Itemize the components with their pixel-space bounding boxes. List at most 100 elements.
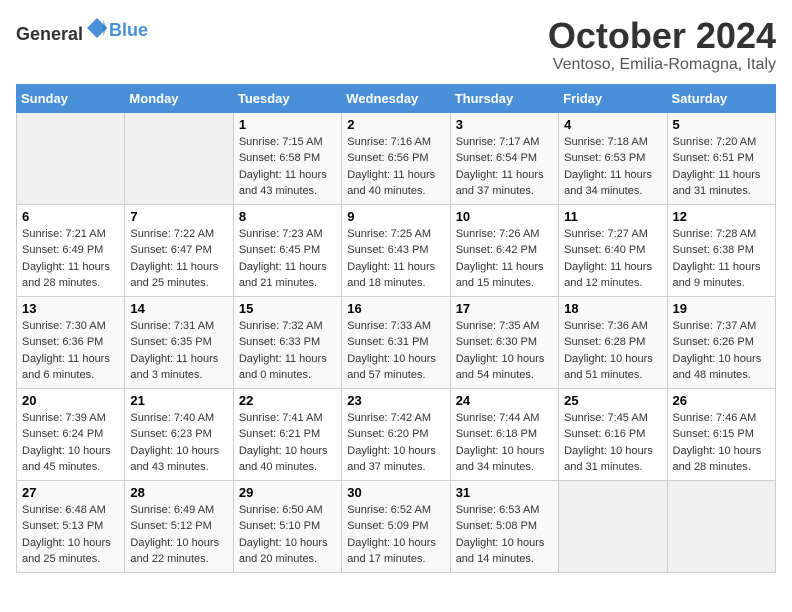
day-number: 22 [239,393,336,408]
calendar-cell: 28Sunrise: 6:49 AMSunset: 5:12 PMDayligh… [125,480,233,572]
day-number: 30 [347,485,444,500]
day-info: Sunrise: 7:16 AMSunset: 6:56 PMDaylight:… [347,134,444,200]
day-number: 29 [239,485,336,500]
calendar-header-row: SundayMondayTuesdayWednesdayThursdayFrid… [17,84,776,112]
calendar-cell: 24Sunrise: 7:44 AMSunset: 6:18 PMDayligh… [450,388,558,480]
day-number: 19 [673,301,770,316]
calendar-cell: 4Sunrise: 7:18 AMSunset: 6:53 PMDaylight… [559,112,667,204]
calendar-cell: 16 Sunrise: 7:33 AMSunset: 6:31 PMDayligh… [342,296,450,388]
day-number: 14 [130,301,227,316]
day-info: Sunrise: 7:17 AMSunset: 6:54 PMDaylight:… [456,134,553,200]
day-info: Sunrise: 7:30 AMSunset: 6:36 PMDaylight:… [22,318,119,384]
logo-general-text: General [16,24,83,44]
header-sunday: Sunday [17,84,125,112]
day-info: Sunrise: 7:33 AMSunset: 6:31 PMDaylight:… [347,318,444,384]
day-info: Sunrise: 7:46 AMSunset: 6:15 PMDaylight:… [673,410,770,476]
day-number: 15 [239,301,336,316]
day-info: Sunrise: 7:41 AMSunset: 6:21 PMDaylight:… [239,410,336,476]
day-number: 6 [22,209,119,224]
logo-icon [85,16,109,40]
calendar-cell: 11 Sunrise: 7:27 AMSunset: 6:40 PMDayligh… [559,204,667,296]
calendar-cell [559,480,667,572]
calendar-cell: 2 Sunrise: 7:16 AMSunset: 6:56 PMDaylight… [342,112,450,204]
day-info: Sunrise: 7:42 AMSunset: 6:20 PMDaylight:… [347,410,444,476]
day-info: Sunrise: 6:53 AMSunset: 5:08 PMDaylight:… [456,502,553,568]
day-number: 2 [347,117,444,132]
calendar-cell: 3Sunrise: 7:17 AMSunset: 6:54 PMDaylight… [450,112,558,204]
calendar-cell: 14 Sunrise: 7:31 AMSunset: 6:35 PMDayligh… [125,296,233,388]
day-info: Sunrise: 6:52 AMSunset: 5:09 PMDaylight:… [347,502,444,568]
day-info: Sunrise: 6:48 AMSunset: 5:13 PMDaylight:… [22,502,119,568]
page-header: General Blue October 2024 Ventoso, Emili… [16,16,776,74]
calendar-week-1: 6 Sunrise: 7:21 AMSunset: 6:49 PMDaylight… [17,204,776,296]
day-number: 26 [673,393,770,408]
calendar-cell: 27Sunrise: 6:48 AMSunset: 5:13 PMDayligh… [17,480,125,572]
day-number: 8 [239,209,336,224]
day-info: Sunrise: 7:22 AMSunset: 6:47 PMDaylight:… [130,226,227,292]
calendar-cell: 17 Sunrise: 7:35 AMSunset: 6:30 PMDayligh… [450,296,558,388]
day-number: 9 [347,209,444,224]
day-info: Sunrise: 7:23 AMSunset: 6:45 PMDaylight:… [239,226,336,292]
calendar-cell: 8 Sunrise: 7:23 AMSunset: 6:45 PMDaylight… [233,204,341,296]
day-number: 5 [673,117,770,132]
day-number: 23 [347,393,444,408]
location-title: Ventoso, Emilia-Romagna, Italy [548,56,776,74]
calendar-cell: 18 Sunrise: 7:36 AMSunset: 6:28 PMDayligh… [559,296,667,388]
day-number: 25 [564,393,661,408]
day-info: Sunrise: 7:26 AMSunset: 6:42 PMDaylight:… [456,226,553,292]
day-number: 7 [130,209,227,224]
header-tuesday: Tuesday [233,84,341,112]
calendar-cell: 31Sunrise: 6:53 AMSunset: 5:08 PMDayligh… [450,480,558,572]
calendar-cell: 6 Sunrise: 7:21 AMSunset: 6:49 PMDaylight… [17,204,125,296]
day-number: 11 [564,209,661,224]
day-number: 18 [564,301,661,316]
calendar-cell [125,112,233,204]
day-info: Sunrise: 7:31 AMSunset: 6:35 PMDaylight:… [130,318,227,384]
calendar-cell: 30 Sunrise: 6:52 AMSunset: 5:09 PMDayligh… [342,480,450,572]
month-title: October 2024 [548,16,776,56]
day-number: 13 [22,301,119,316]
calendar-week-0: 1 Sunrise: 7:15 AMSunset: 6:58 PMDaylight… [17,112,776,204]
calendar-cell: 7 Sunrise: 7:22 AMSunset: 6:47 PMDaylight… [125,204,233,296]
calendar-cell: 10 Sunrise: 7:26 AMSunset: 6:42 PMDayligh… [450,204,558,296]
logo-blue-text: Blue [109,20,148,40]
day-info: Sunrise: 7:44 AMSunset: 6:18 PMDaylight:… [456,410,553,476]
calendar-week-4: 27Sunrise: 6:48 AMSunset: 5:13 PMDayligh… [17,480,776,572]
day-info: Sunrise: 7:45 AMSunset: 6:16 PMDaylight:… [564,410,661,476]
calendar-table: SundayMondayTuesdayWednesdayThursdayFrid… [16,84,776,573]
day-number: 21 [130,393,227,408]
calendar-cell: 23 Sunrise: 7:42 AMSunset: 6:20 PMDayligh… [342,388,450,480]
day-number: 1 [239,117,336,132]
day-info: Sunrise: 7:39 AMSunset: 6:24 PMDaylight:… [22,410,119,476]
day-info: Sunrise: 7:27 AMSunset: 6:40 PMDaylight:… [564,226,661,292]
day-number: 12 [673,209,770,224]
day-number: 16 [347,301,444,316]
calendar-cell: 1 Sunrise: 7:15 AMSunset: 6:58 PMDaylight… [233,112,341,204]
calendar-cell: 19Sunrise: 7:37 AMSunset: 6:26 PMDayligh… [667,296,775,388]
calendar-cell: 15 Sunrise: 7:32 AMSunset: 6:33 PMDayligh… [233,296,341,388]
day-info: Sunrise: 7:28 AMSunset: 6:38 PMDaylight:… [673,226,770,292]
day-info: Sunrise: 7:18 AMSunset: 6:53 PMDaylight:… [564,134,661,200]
day-info: Sunrise: 7:15 AMSunset: 6:58 PMDaylight:… [239,134,336,200]
calendar-cell: 12 Sunrise: 7:28 AMSunset: 6:38 PMDayligh… [667,204,775,296]
day-info: Sunrise: 7:20 AMSunset: 6:51 PMDaylight:… [673,134,770,200]
calendar-cell: 21 Sunrise: 7:40 AMSunset: 6:23 PMDayligh… [125,388,233,480]
day-number: 17 [456,301,553,316]
day-info: Sunrise: 6:49 AMSunset: 5:12 PMDaylight:… [130,502,227,568]
day-info: Sunrise: 7:40 AMSunset: 6:23 PMDaylight:… [130,410,227,476]
day-info: Sunrise: 6:50 AMSunset: 5:10 PMDaylight:… [239,502,336,568]
calendar-week-3: 20 Sunrise: 7:39 AMSunset: 6:24 PMDayligh… [17,388,776,480]
day-info: Sunrise: 7:36 AMSunset: 6:28 PMDaylight:… [564,318,661,384]
calendar-cell: 13 Sunrise: 7:30 AMSunset: 6:36 PMDayligh… [17,296,125,388]
day-info: Sunrise: 7:21 AMSunset: 6:49 PMDaylight:… [22,226,119,292]
logo: General Blue [16,16,148,45]
day-info: Sunrise: 7:32 AMSunset: 6:33 PMDaylight:… [239,318,336,384]
calendar-week-2: 13 Sunrise: 7:30 AMSunset: 6:36 PMDayligh… [17,296,776,388]
day-number: 20 [22,393,119,408]
calendar-cell [667,480,775,572]
header-wednesday: Wednesday [342,84,450,112]
calendar-cell: 29 Sunrise: 6:50 AMSunset: 5:10 PMDayligh… [233,480,341,572]
calendar-cell: 25 Sunrise: 7:45 AMSunset: 6:16 PMDayligh… [559,388,667,480]
day-info: Sunrise: 7:35 AMSunset: 6:30 PMDaylight:… [456,318,553,384]
day-number: 10 [456,209,553,224]
